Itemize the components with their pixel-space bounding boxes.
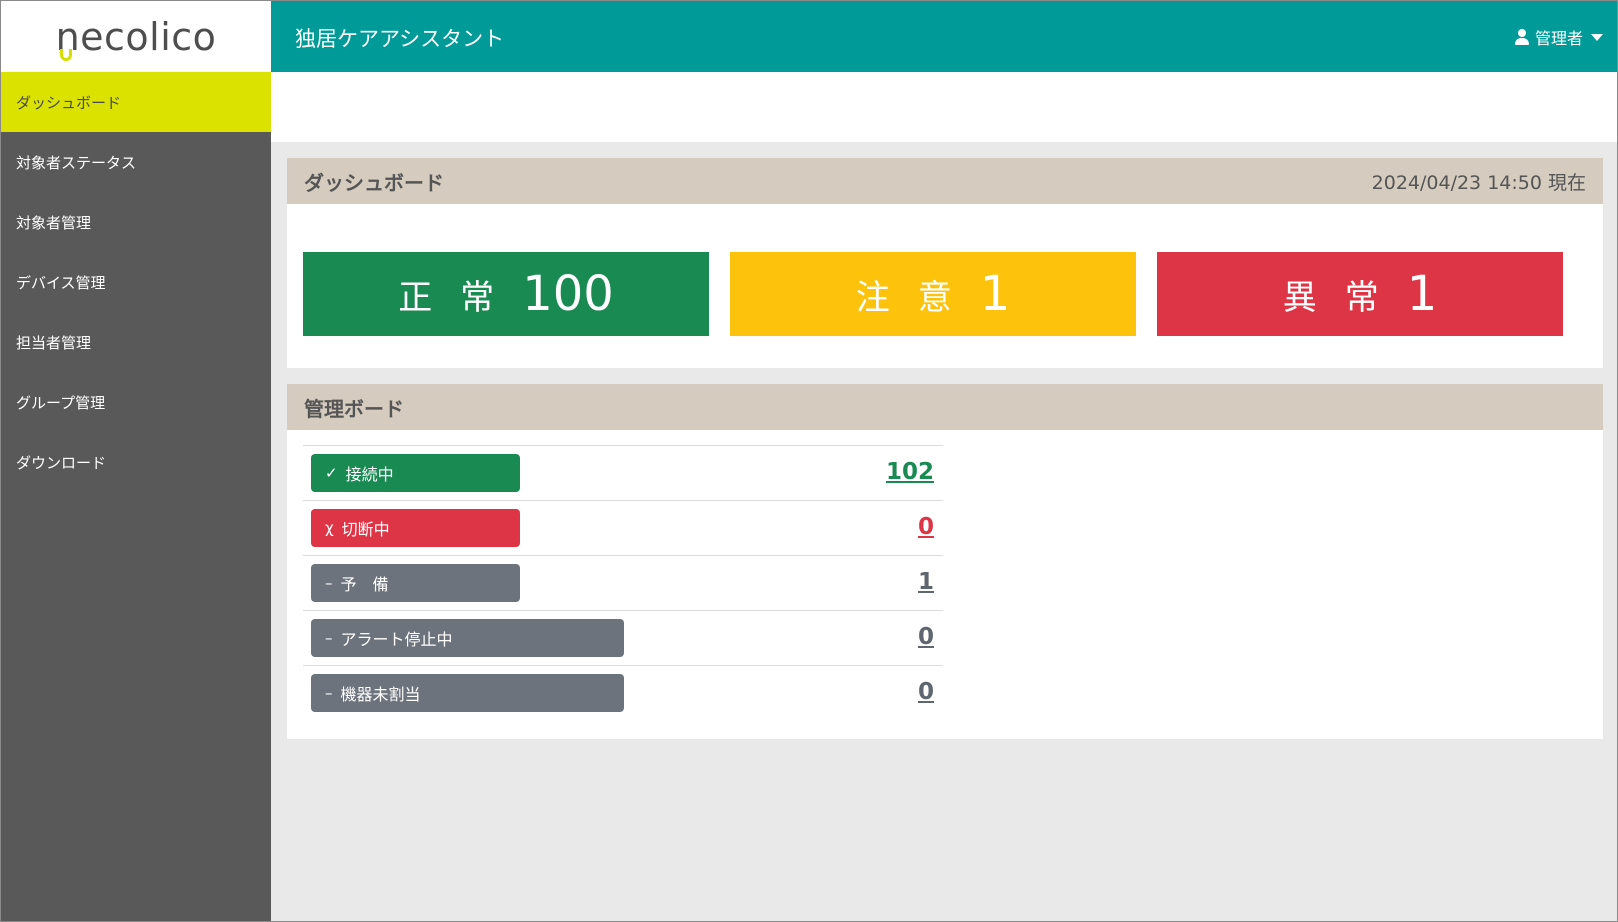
dashboard-panel-header: ダッシュボード 2024/04/23 14:50 現在 [287,158,1603,204]
dashboard-title: ダッシュボード [304,170,444,195]
alert-paused-button[interactable]: – アラート停止中 [311,619,624,657]
check-icon: ✓ [325,464,338,482]
table-row: χ 切断中 0 [303,501,943,556]
connected-button[interactable]: ✓ 接続中 [311,454,520,492]
management-title: 管理ボード [304,396,404,421]
table-row: – アラート停止中 0 [303,611,943,666]
content-top-strip [271,72,1617,142]
table-row: – 予 備 1 [303,556,943,611]
caret-down-icon [1591,33,1603,41]
sidebar: ダッシュボード 対象者ステータス 対象者管理 デバイス管理 担当者管理 グループ… [1,72,271,921]
dash-icon: – [325,629,333,647]
status-card-abnormal[interactable]: 異常 1 [1157,252,1563,336]
app-window: necolico ダッシュボード 対象者ステータス 対象者管理 デバイス管理 担… [0,0,1618,922]
timestamp: 2024/04/23 14:50 現在 [1371,171,1586,194]
unassigned-device-count-link[interactable]: 0 [918,679,934,705]
dashboard-panel: ダッシュボード 2024/04/23 14:50 現在 正常 100 注意 1 … [287,158,1603,368]
disconnected-count-link[interactable]: 0 [918,514,934,540]
sidebar-item-dashboard[interactable]: ダッシュボード [1,72,271,132]
status-card-caution[interactable]: 注意 1 [730,252,1136,336]
management-list: ✓ 接続中 102 χ 切断中 0 – 予 備 1 – アラート停止中 0 – … [303,445,943,721]
sidebar-item-subject-status[interactable]: 対象者ステータス [1,132,271,192]
user-icon [1514,29,1529,45]
dash-icon: – [325,684,333,702]
disconnected-button[interactable]: χ 切断中 [311,509,520,547]
necolico-logo: necolico [55,14,217,61]
status-summary: 正常 100 注意 1 異常 1 [303,252,1587,336]
status-card-normal[interactable]: 正常 100 [303,252,709,336]
alert-paused-count-link[interactable]: 0 [918,624,934,650]
table-row: – 機器未割当 0 [303,666,943,721]
spare-button[interactable]: – 予 備 [311,564,520,602]
sidebar-item-download[interactable]: ダウンロード [1,432,271,492]
sidebar-item-group-management[interactable]: グループ管理 [1,372,271,432]
disconnect-icon: χ [325,519,334,537]
logo-area[interactable]: necolico [1,1,271,72]
sidebar-item-device-management[interactable]: デバイス管理 [1,252,271,312]
sidebar-item-subject-management[interactable]: 対象者管理 [1,192,271,252]
user-menu-button[interactable]: 管理者 [1514,25,1603,49]
connected-count-link[interactable]: 102 [886,459,934,485]
top-header: 独居ケアアシスタント 管理者 [271,1,1617,72]
management-panel: 管理ボード ✓ 接続中 102 χ 切断中 0 – 予 備 1 – アラート停止… [287,384,1603,739]
logo-accent [59,48,72,61]
management-panel-header: 管理ボード [287,384,1603,430]
sidebar-item-staff-management[interactable]: 担当者管理 [1,312,271,372]
spare-count-link[interactable]: 1 [918,569,934,595]
app-title: 独居ケアアシスタント [295,27,505,51]
unassigned-device-button[interactable]: – 機器未割当 [311,674,624,712]
table-row: ✓ 接続中 102 [303,446,943,501]
user-name: 管理者 [1534,29,1583,48]
dash-icon: – [325,574,333,592]
